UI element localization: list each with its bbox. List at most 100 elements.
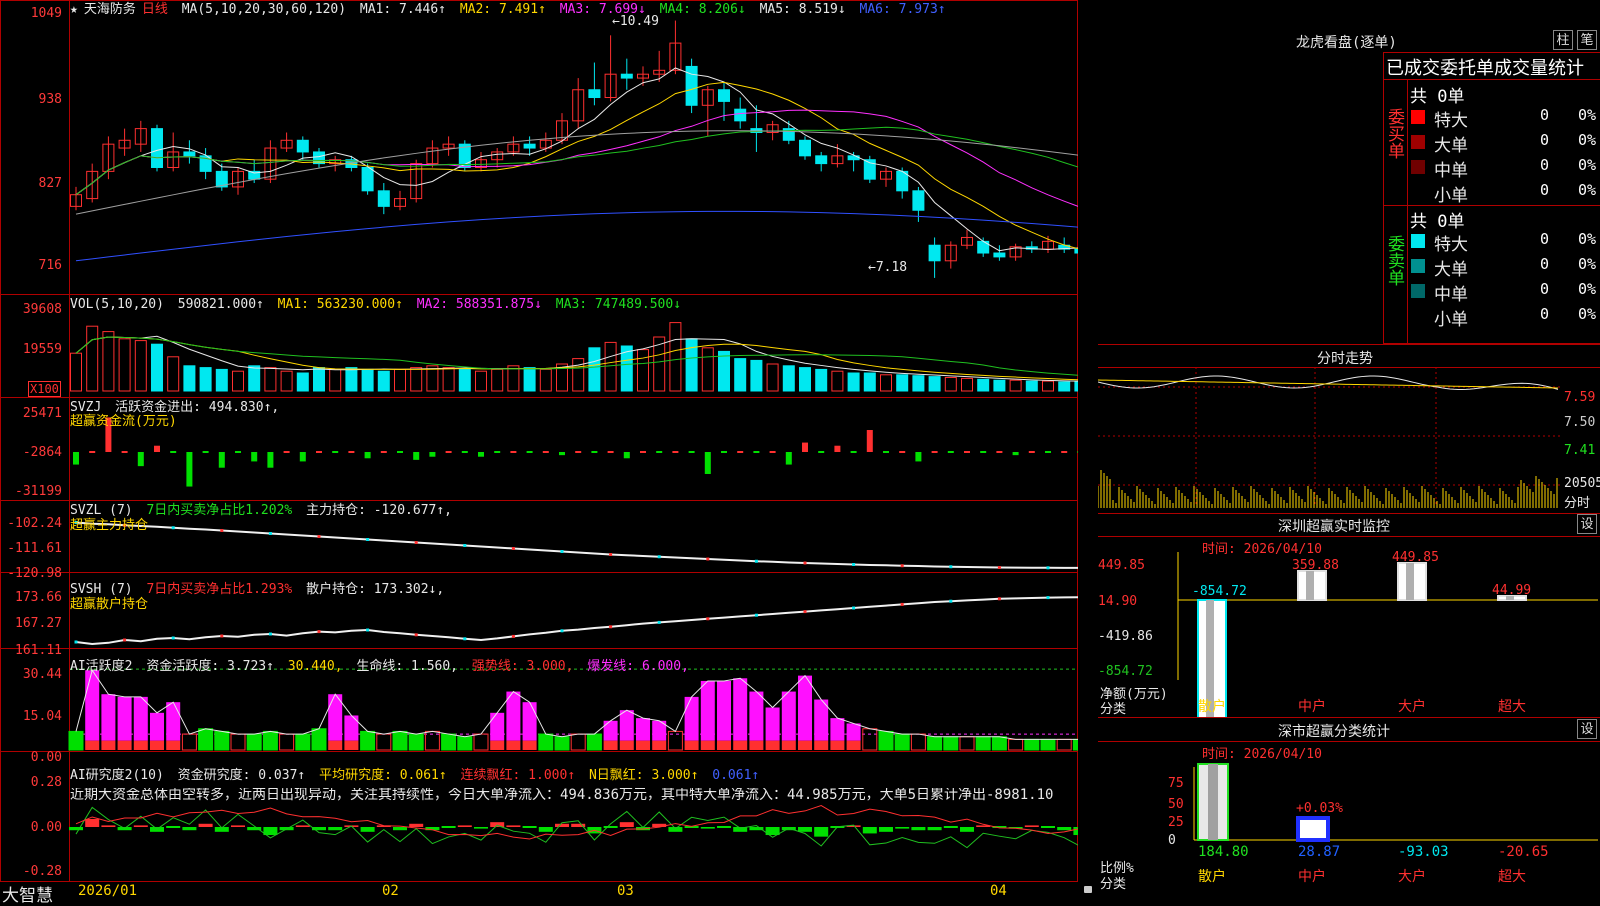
lh-title: 龙虎看盘(逐单) <box>1296 35 1397 51</box>
cls-category: 大户 <box>1398 868 1426 885</box>
svsh-line-point <box>706 617 710 621</box>
ai1-bar <box>522 702 537 741</box>
ai1-bar <box>101 694 116 741</box>
ai1-bar <box>619 710 634 741</box>
cls-top-divider <box>1098 717 1600 718</box>
ai1-bar <box>878 730 894 751</box>
period-label[interactable]: 日线 <box>142 2 168 17</box>
ma6-value: MA6: 7.973↑ <box>859 2 946 17</box>
svsh-line-point <box>123 638 127 642</box>
ai1-bar <box>749 691 764 741</box>
svzl-line-point <box>900 564 904 568</box>
ai1-bar-base <box>522 740 537 750</box>
volume-bar <box>734 358 747 392</box>
ai1-bar <box>376 733 392 751</box>
volume-bar <box>539 368 552 392</box>
vol-unit-badge[interactable]: X100 <box>28 381 61 397</box>
ai2-t2: 平均研究度: 0.061↑ <box>319 768 447 783</box>
cls-category: 散户 <box>1198 868 1226 885</box>
svzj-bar <box>721 451 727 453</box>
svsh-line-point <box>511 634 515 638</box>
candle-body <box>799 139 811 157</box>
volume-bar <box>1058 381 1071 392</box>
sz-y-tick: 449.85 <box>1098 558 1145 573</box>
svzl-line-point <box>997 566 1001 569</box>
volume-bar <box>264 367 277 392</box>
svzl-line-point <box>220 529 224 532</box>
svzj-bar <box>170 451 177 453</box>
price-y-tick: 716 <box>38 258 62 273</box>
stock-name[interactable]: 天海防务 <box>84 2 136 17</box>
svzl-line-point <box>1046 566 1050 570</box>
volume-bar <box>701 347 714 392</box>
svzj-bar <box>964 451 970 453</box>
ai2-bar <box>328 827 343 831</box>
ai2-bar <box>603 826 618 828</box>
ma1-value: MA1: 7.446↑ <box>359 2 446 17</box>
ai2-bar <box>1073 827 1078 836</box>
tick-view-button[interactable]: 笔 <box>1577 30 1597 50</box>
candle-body <box>993 252 1006 258</box>
ai1-bar <box>717 680 731 741</box>
cls-y-tick: 75 <box>1168 776 1184 791</box>
volume-bar <box>296 372 309 392</box>
svzl-line-point <box>560 550 564 553</box>
price-y-tick: 938 <box>38 92 62 107</box>
sz-settings-button[interactable]: 设 <box>1577 514 1597 534</box>
candle-body <box>620 73 633 79</box>
svzj-bar <box>202 451 209 453</box>
svzj-bar <box>526 451 533 453</box>
fs-tick: 7.41 <box>1564 443 1596 458</box>
ai1-bar <box>538 733 554 751</box>
svzj-bar <box>688 451 695 453</box>
vol-ma3: MA3: 747489.500↓ <box>555 297 682 312</box>
lock-icon[interactable] <box>1084 886 1092 893</box>
ai1-bar <box>910 733 926 751</box>
svsh-line-point <box>754 613 758 617</box>
svsh-line <box>75 596 1078 646</box>
svzl-line-point <box>949 565 953 569</box>
cls-y-tick: 0 <box>1168 833 1176 848</box>
svzl-line-point <box>803 561 807 565</box>
volume-bar <box>750 359 763 392</box>
ai1-bar-base <box>846 740 861 750</box>
ai2-bar <box>814 827 829 837</box>
svsh-line-point <box>463 637 467 641</box>
ai2-t5: 0.061↑ <box>712 768 760 783</box>
volume-bar <box>993 379 1006 392</box>
volume-bar <box>70 352 82 392</box>
buy-row-name: 特大 <box>1434 111 1468 131</box>
volume-bar <box>572 358 585 392</box>
ai1-t4: 强势线: 3.000, <box>471 659 574 674</box>
svzj-bar <box>397 451 403 453</box>
svzj-bar <box>364 452 371 459</box>
candle-body <box>151 128 163 168</box>
svzj-bar <box>980 451 987 453</box>
cls-bar-value: 184.80 <box>1198 844 1249 860</box>
ai1-bar <box>279 733 295 751</box>
buy-row-count: 0 <box>1540 181 1550 199</box>
sell-row-name: 大单 <box>1434 260 1468 280</box>
ai1-bar-base <box>798 740 812 750</box>
volume-bar <box>944 377 957 392</box>
column-view-button[interactable]: 柱 <box>1553 30 1573 50</box>
svzj-bar <box>947 451 954 453</box>
cls-settings-button[interactable]: 设 <box>1577 719 1597 739</box>
svsh-line-point <box>317 630 321 634</box>
ai1-bar-base <box>814 740 829 750</box>
svsh-line-point <box>1046 596 1050 600</box>
buy-row-name: 中单 <box>1434 161 1468 181</box>
svzj-bar <box>332 451 339 453</box>
volume-bar <box>345 367 358 392</box>
svzj-bar <box>478 452 484 457</box>
ai2-t1: 资金研究度: 0.037↑ <box>177 768 306 783</box>
ai1-bar-base <box>85 740 100 750</box>
sz-y-tick: -419.86 <box>1098 629 1153 644</box>
ai1-bar-base <box>101 740 116 750</box>
volume-bar <box>718 350 730 392</box>
svzl-line-point <box>852 563 856 566</box>
buy-row-pct: 0% <box>1578 131 1597 149</box>
svzl-line <box>75 521 1078 569</box>
cls-category: 超大 <box>1498 869 1526 885</box>
ai2-bar <box>700 827 715 829</box>
